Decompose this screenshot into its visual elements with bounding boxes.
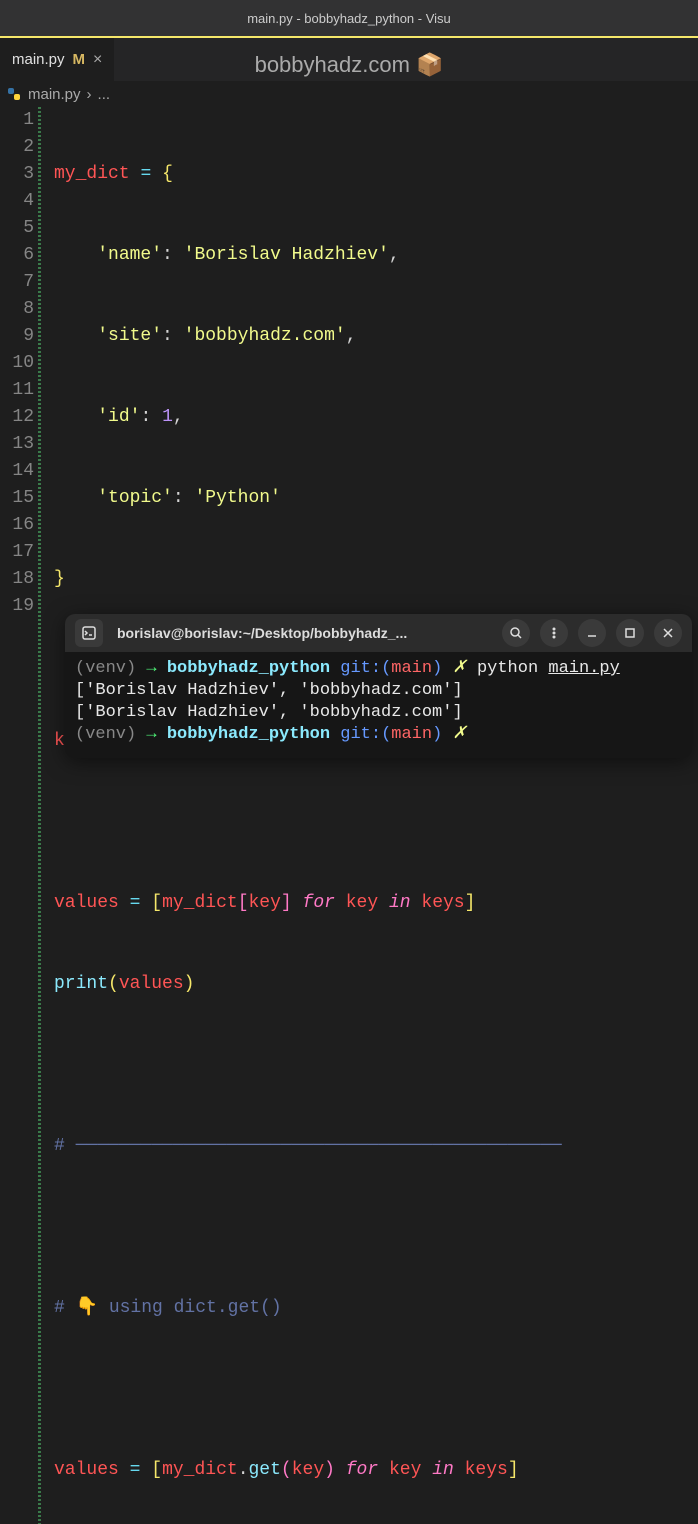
tab-bar: main.py M × xyxy=(0,36,698,81)
code-line: } xyxy=(54,566,562,593)
terminal-app-icon[interactable] xyxy=(75,619,103,647)
code-line: 'id': 1, xyxy=(54,404,562,431)
modified-ruler xyxy=(38,107,44,1524)
code-line: values = [my_dict.get(key) for key in ke… xyxy=(54,1457,562,1484)
code-line: # 👇 using dict.get() xyxy=(54,1295,562,1322)
code-line: 'site': 'bobbyhadz.com', xyxy=(54,323,562,350)
code-line: 'name': 'Borislav Hadzhiev', xyxy=(54,242,562,269)
breadcrumb-more: ... xyxy=(98,86,111,103)
code-line xyxy=(54,1052,562,1079)
code-editor[interactable]: 123 456 789 101112 131415 161718 19 my_d… xyxy=(0,107,698,1524)
code-line: values = [my_dict[key] for key in keys] xyxy=(54,890,562,917)
terminal-title: borislav@borislav:~/Desktop/bobbyhadz_..… xyxy=(117,625,407,641)
close-icon[interactable] xyxy=(654,619,682,647)
code-line xyxy=(54,1214,562,1241)
minimize-icon[interactable] xyxy=(578,619,606,647)
code-line: my_dict = { xyxy=(54,161,562,188)
window-titlebar: main.py - bobbyhadz_python - Visu xyxy=(0,0,698,36)
editor-tab[interactable]: main.py M × xyxy=(0,38,115,81)
breadcrumb-file: main.py xyxy=(28,86,81,103)
tab-filename: main.py xyxy=(12,51,65,68)
terminal-line: (venv) → bobbyhadz_python git:(main) ✗ xyxy=(75,724,682,746)
maximize-icon[interactable] xyxy=(616,619,644,647)
code-line: 'topic': 'Python' xyxy=(54,485,562,512)
terminal-line: ['Borislav Hadzhiev', 'bobbyhadz.com'] xyxy=(75,680,682,702)
menu-icon[interactable] xyxy=(540,619,568,647)
close-icon[interactable]: × xyxy=(93,51,102,69)
breadcrumb-separator: › xyxy=(87,86,92,103)
terminal-titlebar[interactable]: borislav@borislav:~/Desktop/bobbyhadz_..… xyxy=(65,614,692,652)
tab-modified-indicator: M xyxy=(73,51,86,68)
code-content[interactable]: my_dict = { 'name': 'Borislav Hadzhiev',… xyxy=(44,107,562,1524)
breadcrumb[interactable]: main.py › ... xyxy=(0,81,698,107)
window-title: main.py - bobbyhadz_python - Visu xyxy=(247,11,451,26)
code-line xyxy=(54,809,562,836)
code-line xyxy=(54,1376,562,1403)
code-line: print(values) xyxy=(54,971,562,998)
terminal-window: borislav@borislav:~/Desktop/bobbyhadz_..… xyxy=(65,614,692,758)
search-icon[interactable] xyxy=(502,619,530,647)
code-line: # ──────────────────────────────────────… xyxy=(54,1133,562,1160)
python-icon xyxy=(6,86,22,102)
line-number-gutter: 123 456 789 101112 131415 161718 19 xyxy=(0,107,38,1524)
terminal-line: ['Borislav Hadzhiev', 'bobbyhadz.com'] xyxy=(75,702,682,724)
terminal-line: (venv) → bobbyhadz_python git:(main) ✗ p… xyxy=(75,658,682,680)
terminal-body[interactable]: (venv) → bobbyhadz_python git:(main) ✗ p… xyxy=(65,652,692,758)
